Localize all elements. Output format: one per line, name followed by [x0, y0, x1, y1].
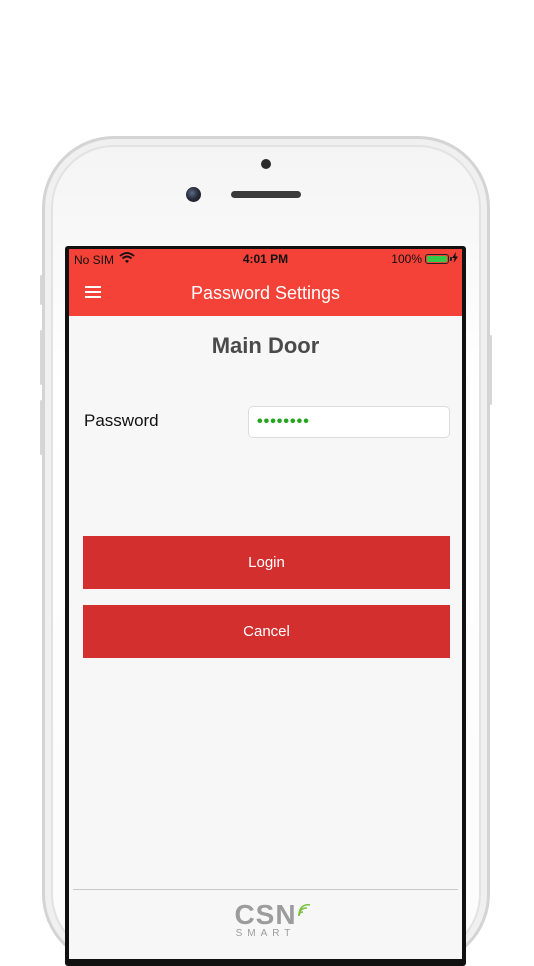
footer-divider [73, 889, 458, 890]
battery-fill [427, 256, 447, 262]
battery-icon [425, 254, 452, 264]
cancel-button[interactable]: Cancel [83, 605, 450, 658]
logo-main-text: CSN [234, 899, 310, 930]
password-label: Password [84, 411, 159, 430]
logo-signal-icon [297, 895, 311, 923]
logo-main-label: CSN [234, 899, 297, 930]
phone-side-button [40, 275, 43, 305]
csn-smart-logo: CSN SMART [69, 901, 462, 939]
navigation-bar: Password Settings [69, 269, 462, 316]
status-bar-right: 100% [391, 252, 458, 266]
logo-sub-text: SMART [235, 928, 296, 939]
page-title: Password Settings [190, 283, 341, 303]
battery-cap [450, 257, 452, 261]
login-button[interactable]: Login [83, 536, 450, 589]
proximity-sensor [261, 159, 271, 169]
charging-bolt-icon [452, 252, 458, 266]
phone-volume-up-button [40, 330, 43, 385]
phone-volume-down-button [40, 400, 43, 455]
front-camera-icon [186, 187, 201, 202]
phone-power-button [489, 335, 492, 405]
earpiece-speaker [231, 191, 301, 198]
password-input[interactable]: •••••••• [248, 406, 450, 438]
app-screen: No SIM 4:01 PM 100% Password Settings Ma… [69, 249, 462, 959]
status-bar: No SIM 4:01 PM 100% [69, 249, 462, 269]
battery-percent: 100% [391, 252, 422, 266]
door-title: Main Door [211, 333, 320, 358]
